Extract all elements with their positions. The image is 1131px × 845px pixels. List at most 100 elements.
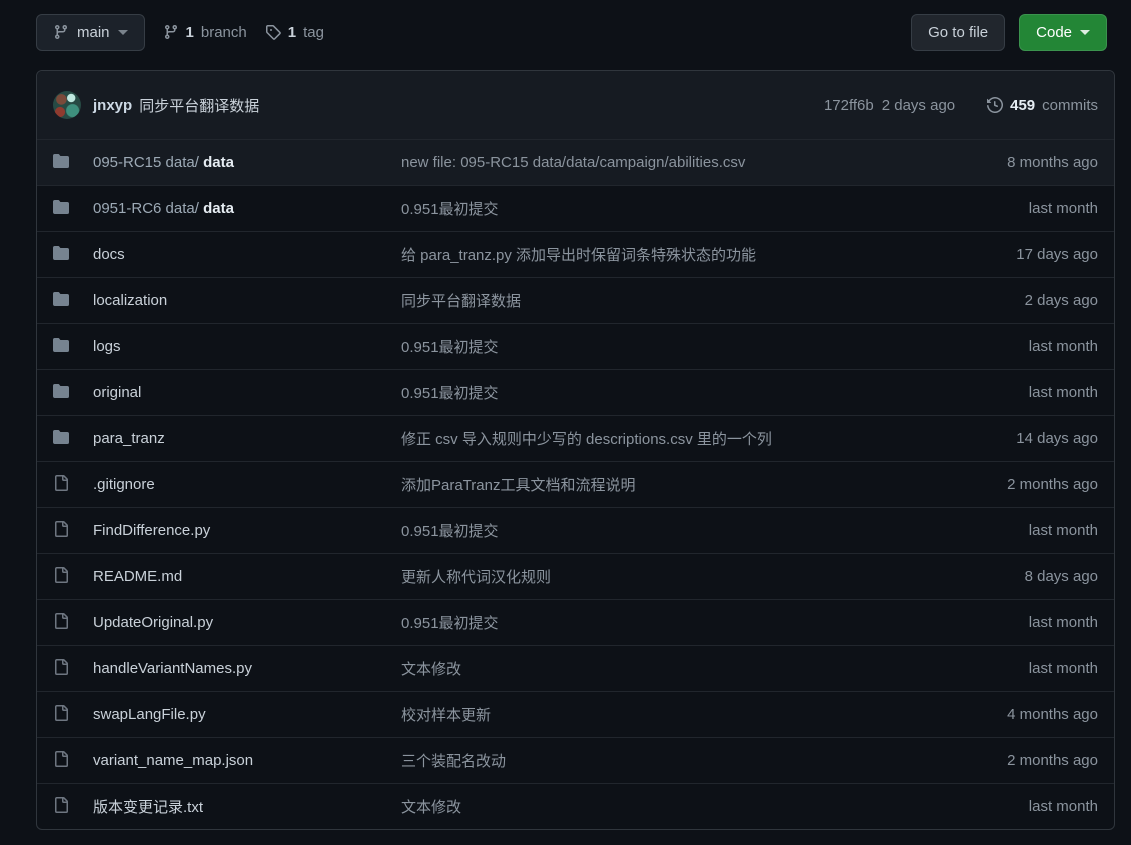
file-icon <box>53 659 69 675</box>
folder-icon <box>53 383 69 399</box>
file-name: FindDifference.py <box>93 522 210 539</box>
row-commit-time: last month <box>948 660 1098 677</box>
file-icon <box>53 521 69 537</box>
go-to-file-button[interactable]: Go to file <box>911 14 1005 51</box>
file-name-link[interactable]: logs <box>93 338 121 355</box>
history-icon <box>987 97 1003 113</box>
commit-author-link[interactable]: jnxyp <box>93 97 132 114</box>
row-commit-message-link[interactable]: 添加ParaTranz工具文档和流程说明 <box>401 474 924 495</box>
table-row[interactable]: handleVariantNames.py 文本修改 last month <box>37 645 1114 691</box>
row-commit-message-link[interactable]: 更新人称代词汉化规则 <box>401 566 924 587</box>
row-commit-message-link[interactable]: 校对样本更新 <box>401 704 924 725</box>
row-commit-time: last month <box>948 338 1098 355</box>
file-name: handleVariantNames.py <box>93 660 252 677</box>
table-row[interactable]: docs 给 para_tranz.py 添加导出时保留词条特殊状态的功能 17… <box>37 231 1114 277</box>
file-name: UpdateOriginal.py <box>93 614 213 631</box>
row-commit-message-link[interactable]: 0.951最初提交 <box>401 382 924 403</box>
code-button[interactable]: Code <box>1019 14 1107 51</box>
file-name-link[interactable]: 版本变更记录.txt <box>93 799 203 816</box>
branch-selector-button[interactable]: main <box>36 14 145 51</box>
file-icon <box>53 797 69 813</box>
table-row[interactable]: variant_name_map.json 三个装配名改动 2 months a… <box>37 737 1114 783</box>
file-name-link[interactable]: 095-RC15 data/ data <box>93 154 234 171</box>
commit-message-link[interactable]: 同步平台翻译数据 <box>139 95 259 116</box>
file-name-link[interactable]: para_tranz <box>93 430 165 447</box>
commit-sha-link[interactable]: 172ff6b <box>824 97 874 114</box>
file-name-link[interactable]: original <box>93 384 141 401</box>
tags-link[interactable]: 1 tag <box>265 24 324 41</box>
file-name-link[interactable]: README.md <box>93 568 182 585</box>
row-commit-time: 17 days ago <box>948 246 1098 263</box>
table-row[interactable]: README.md 更新人称代词汉化规则 8 days ago <box>37 553 1114 599</box>
table-row[interactable]: para_tranz 修正 csv 导入规则中少写的 descriptions.… <box>37 415 1114 461</box>
row-commit-message-link[interactable]: 给 para_tranz.py 添加导出时保留词条特殊状态的功能 <box>401 244 924 265</box>
table-row[interactable]: 版本变更记录.txt 文本修改 last month <box>37 783 1114 829</box>
row-commit-message-link[interactable]: 同步平台翻译数据 <box>401 290 924 311</box>
row-commit-time: 2 days ago <box>948 292 1098 309</box>
row-commit-message-link[interactable]: 0.951最初提交 <box>401 336 924 357</box>
branches-link[interactable]: 1 branch <box>163 24 247 41</box>
file-icon <box>53 751 69 767</box>
row-commit-time: 8 months ago <box>948 154 1098 171</box>
row-commit-time: last month <box>948 798 1098 815</box>
file-name-link[interactable]: swapLangFile.py <box>93 706 206 723</box>
latest-commit-bar: jnxyp 同步平台翻译数据 172ff6b 2 days ago 459 co… <box>37 71 1114 139</box>
commit-time: 2 days ago <box>882 97 955 114</box>
row-commit-message-link[interactable]: 0.951最初提交 <box>401 520 924 541</box>
file-name-link[interactable]: handleVariantNames.py <box>93 660 252 677</box>
folder-icon <box>53 429 69 445</box>
table-row[interactable]: localization 同步平台翻译数据 2 days ago <box>37 277 1114 323</box>
file-name: para_tranz <box>93 430 165 447</box>
file-name-link[interactable]: docs <box>93 246 125 263</box>
table-row[interactable]: logs 0.951最初提交 last month <box>37 323 1114 369</box>
row-commit-time: last month <box>948 522 1098 539</box>
table-row[interactable]: 0951-RC6 data/ data 0.951最初提交 last month <box>37 185 1114 231</box>
file-name-link[interactable]: UpdateOriginal.py <box>93 614 213 631</box>
commit-meta: 172ff6b 2 days ago 459 commits <box>824 97 1098 114</box>
file-name: docs <box>93 246 125 263</box>
row-commit-time: 14 days ago <box>948 430 1098 447</box>
file-name-link[interactable]: localization <box>93 292 167 309</box>
row-commit-message-link[interactable]: 修正 csv 导入规则中少写的 descriptions.csv 里的一个列 <box>401 428 924 449</box>
file-name: data <box>203 200 234 217</box>
file-icon <box>53 705 69 721</box>
row-commit-time: 2 months ago <box>948 476 1098 493</box>
dropdown-caret-icon <box>1080 30 1090 35</box>
repo-toolbar: main 1 branch 1 tag Go to file Code <box>36 12 1115 52</box>
repo-actions-group: Go to file Code <box>911 14 1115 51</box>
table-row[interactable]: .gitignore 添加ParaTranz工具文档和流程说明 2 months… <box>37 461 1114 507</box>
table-row[interactable]: original 0.951最初提交 last month <box>37 369 1114 415</box>
folder-icon <box>53 245 69 261</box>
table-row[interactable]: FindDifference.py 0.951最初提交 last month <box>37 507 1114 553</box>
row-commit-message-link[interactable]: 0.951最初提交 <box>401 198 924 219</box>
git-branch-icon <box>163 24 179 40</box>
branch-count-label: branch <box>201 24 247 41</box>
tag-icon <box>265 24 281 40</box>
row-commit-message-link[interactable]: 三个装配名改动 <box>401 750 924 771</box>
file-name: README.md <box>93 568 182 585</box>
table-row[interactable]: swapLangFile.py 校对样本更新 4 months ago <box>37 691 1114 737</box>
file-icon <box>53 475 69 491</box>
row-commit-time: 2 months ago <box>948 752 1098 769</box>
row-commit-message-link[interactable]: 文本修改 <box>401 796 924 817</box>
table-row[interactable]: 095-RC15 data/ data new file: 095-RC15 d… <box>37 139 1114 185</box>
row-commit-message-link[interactable]: new file: 095-RC15 data/data/campaign/ab… <box>401 154 924 171</box>
row-commit-message-link[interactable]: 文本修改 <box>401 658 924 679</box>
folder-icon <box>53 291 69 307</box>
file-name-link[interactable]: 0951-RC6 data/ data <box>93 200 234 217</box>
author-avatar[interactable] <box>53 91 81 119</box>
file-name: logs <box>93 338 121 355</box>
commits-history-link[interactable]: 459 commits <box>987 97 1098 114</box>
file-name-link[interactable]: .gitignore <box>93 476 155 493</box>
file-path-prefix: 095-RC15 data/ <box>93 154 199 171</box>
folder-icon <box>53 199 69 215</box>
file-name: swapLangFile.py <box>93 706 206 723</box>
file-name-link[interactable]: variant_name_map.json <box>93 752 253 769</box>
file-path-prefix: 0951-RC6 data/ <box>93 200 199 217</box>
tag-count: 1 <box>288 24 296 41</box>
row-commit-time: last month <box>948 384 1098 401</box>
folder-icon <box>53 337 69 353</box>
row-commit-message-link[interactable]: 0.951最初提交 <box>401 612 924 633</box>
table-row[interactable]: UpdateOriginal.py 0.951最初提交 last month <box>37 599 1114 645</box>
file-name-link[interactable]: FindDifference.py <box>93 522 210 539</box>
